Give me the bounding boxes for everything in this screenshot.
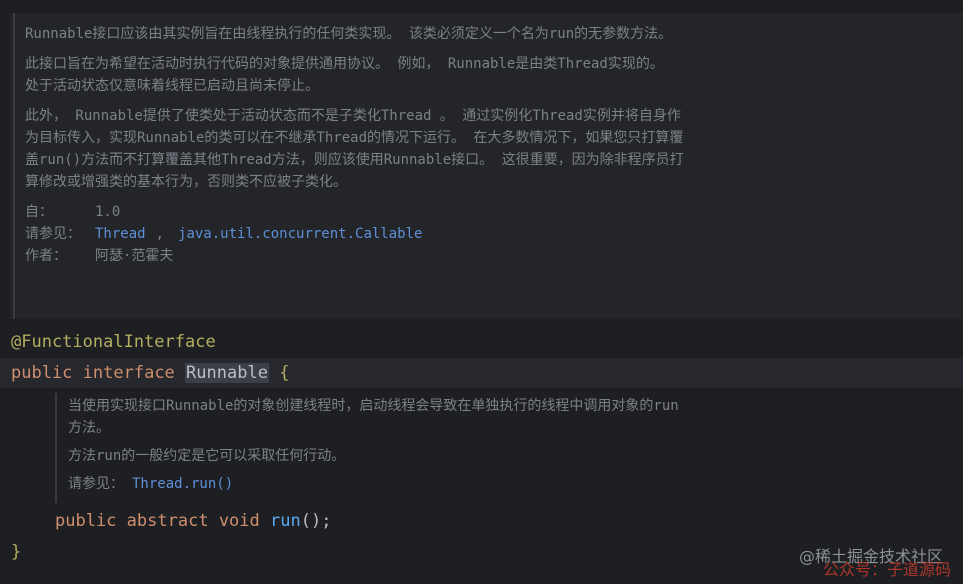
close-brace: } bbox=[11, 542, 22, 562]
keyword-public: public bbox=[11, 363, 73, 383]
keyword-abstract: abstract bbox=[126, 511, 209, 531]
since-value: 1.0 bbox=[95, 204, 121, 220]
interface-declaration-line[interactable]: public interface Runnable { bbox=[11, 361, 289, 385]
method-name-run[interactable]: run bbox=[270, 511, 301, 531]
see-also-link-thread[interactable]: Thread bbox=[95, 223, 146, 245]
open-brace: { bbox=[279, 363, 290, 383]
javadoc-gutter-bar bbox=[13, 13, 15, 319]
method-javadoc-block: 当使用实现接口Runnable的对象创建线程时，启动线程会导致在单独执行的线程中… bbox=[52, 393, 732, 503]
javadoc-paragraph-2: 此接口旨在为希望在活动时执行代码的对象提供通用协议。 例如， Runnable是… bbox=[25, 56, 664, 94]
class-name-runnable[interactable]: Runnable bbox=[185, 363, 269, 383]
javadoc-see-also: 请参见： Thread , java.util.concurrent.Calla… bbox=[25, 223, 685, 245]
javadoc-paragraph-1: Runnable接口应该由其实例旨在由线程执行的任何类实现。 该类必须定义一个名… bbox=[25, 26, 673, 42]
class-javadoc-block: Runnable接口应该由其实例旨在由线程执行的任何类实现。 该类必须定义一个名… bbox=[10, 13, 963, 319]
keyword-void: void bbox=[218, 511, 260, 531]
annotation-functional-interface[interactable]: @FunctionalInterface bbox=[11, 330, 216, 354]
see-also-separator: , bbox=[155, 226, 165, 242]
method-javadoc-gutter-bar bbox=[55, 393, 57, 503]
watermark-account: 公众号：子道源码 bbox=[822, 560, 951, 579]
javadoc-since: 自： 1.0 bbox=[25, 201, 685, 223]
since-label: 自： bbox=[25, 204, 53, 220]
method-declaration-line[interactable]: public abstract void run(); bbox=[55, 509, 331, 533]
method-parens: (); bbox=[300, 511, 332, 531]
javadoc-author: 作者： 阿瑟·范霍夫 bbox=[25, 245, 685, 267]
keyword-interface: interface bbox=[82, 363, 175, 383]
method-see-also-label: 请参见： bbox=[68, 476, 124, 492]
method-javadoc-text: 当使用实现接口Runnable的对象创建线程时，启动线程会导致在单独执行的线程中… bbox=[68, 395, 688, 495]
keyword-public-method: public bbox=[55, 511, 117, 531]
author-value: 阿瑟·范霍夫 bbox=[95, 248, 174, 264]
class-javadoc-text: Runnable接口应该由其实例旨在由线程执行的任何类实现。 该类必须定义一个名… bbox=[25, 23, 685, 267]
method-javadoc-paragraph-2: 方法run的一般约定是它可以采取任何行动。 bbox=[68, 448, 346, 464]
method-javadoc-see-also: 请参见： Thread.run() bbox=[68, 473, 688, 495]
method-see-also-link-thread-run[interactable]: Thread.run() bbox=[132, 473, 233, 495]
see-also-label: 请参见： bbox=[25, 226, 81, 242]
method-javadoc-paragraph-1: 当使用实现接口Runnable的对象创建线程时，启动线程会导致在单独执行的线程中… bbox=[68, 398, 679, 436]
javadoc-paragraph-3: 此外， Runnable提供了使类处于活动状态而不是子类化Thread 。 通过… bbox=[25, 108, 684, 190]
author-label: 作者： bbox=[25, 248, 67, 264]
see-also-link-callable[interactable]: java.util.concurrent.Callable bbox=[178, 223, 422, 245]
